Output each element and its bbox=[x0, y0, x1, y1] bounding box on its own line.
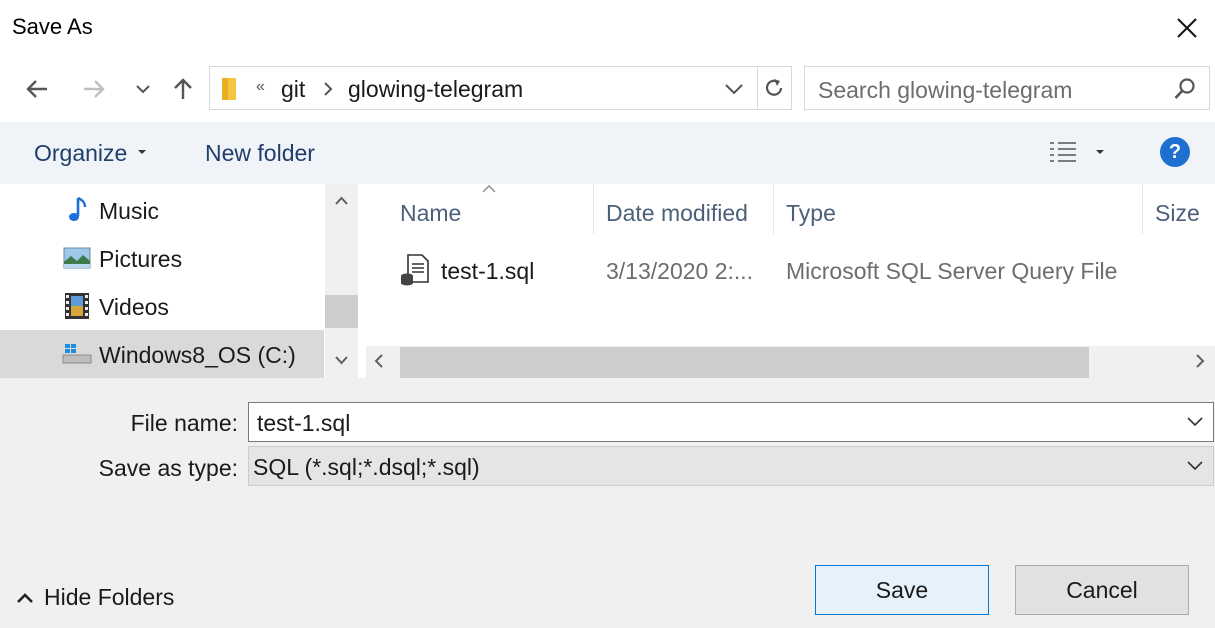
recent-locations-button[interactable] bbox=[126, 72, 160, 106]
save-as-type-value: SQL (*.sql;*.dsql;*.sql) bbox=[253, 454, 480, 480]
file-date-modified: 3/13/2020 2:... bbox=[606, 258, 754, 284]
address-bar[interactable]: « git glowing-telegram bbox=[209, 66, 792, 110]
nav-item-label: Windows8_OS (C:) bbox=[99, 342, 296, 368]
back-button[interactable] bbox=[20, 72, 54, 106]
close-icon bbox=[1177, 18, 1197, 38]
folder-icon bbox=[222, 78, 236, 100]
forward-button[interactable] bbox=[77, 72, 111, 106]
sort-ascending-icon bbox=[482, 185, 496, 193]
scroll-down-icon[interactable] bbox=[335, 356, 348, 365]
file-name: test-1.sql bbox=[441, 258, 535, 284]
view-options-icon[interactable] bbox=[1048, 140, 1078, 166]
search-box[interactable]: Search glowing-telegram bbox=[804, 66, 1210, 110]
horizontal-scrollbar[interactable] bbox=[366, 346, 1215, 378]
breadcrumb-overflow[interactable]: « bbox=[256, 78, 265, 96]
nav-item-pictures[interactable]: Pictures bbox=[0, 234, 324, 282]
title-bar: Save As bbox=[0, 0, 1215, 56]
nav-item-videos[interactable]: Videos bbox=[0, 282, 324, 330]
command-bar: Organize New folder bbox=[0, 122, 1215, 184]
chevron-right-icon[interactable] bbox=[323, 82, 333, 96]
save-button[interactable]: Save bbox=[815, 565, 989, 615]
file-name-label: File name: bbox=[130, 410, 238, 436]
sql-file-icon bbox=[401, 254, 429, 286]
arrow-up-icon bbox=[174, 78, 192, 99]
pictures-icon bbox=[62, 244, 92, 272]
chevron-down-icon bbox=[136, 85, 150, 94]
scroll-right-icon[interactable] bbox=[1196, 354, 1205, 368]
navigation-pane: Music Pictures Videos Windows8_OS (C:) bbox=[0, 184, 358, 378]
breadcrumb-current[interactable]: glowing-telegram bbox=[348, 76, 523, 103]
column-header-type[interactable]: Type bbox=[786, 200, 836, 227]
drive-icon bbox=[62, 340, 92, 368]
chevron-up-icon bbox=[17, 593, 33, 603]
file-name-field[interactable]: test-1.sql bbox=[248, 402, 1214, 442]
column-header-date-modified[interactable]: Date modified bbox=[606, 200, 748, 227]
organize-button[interactable]: Organize bbox=[34, 140, 127, 167]
file-row[interactable]: test-1.sql 3/13/2020 2:... Microsoft SQL… bbox=[398, 248, 1178, 292]
column-header-name[interactable]: Name bbox=[400, 200, 461, 227]
navigation-bar: « git glowing-telegram Search glowing-te… bbox=[0, 56, 1215, 122]
column-header-size[interactable]: Size bbox=[1155, 200, 1200, 227]
file-list: Name Date modified Type Size test-1.sql … bbox=[358, 184, 1215, 378]
chevron-down-icon[interactable] bbox=[1187, 459, 1203, 471]
file-type: Microsoft SQL Server Query File bbox=[786, 258, 1118, 284]
chevron-down-icon[interactable] bbox=[1187, 415, 1203, 427]
up-button[interactable] bbox=[166, 72, 200, 106]
address-dropdown-icon[interactable] bbox=[724, 79, 744, 99]
save-as-type-select[interactable]: SQL (*.sql;*.dsql;*.sql) bbox=[248, 446, 1214, 486]
save-form: File name: test-1.sql Save as type: SQL … bbox=[0, 378, 1215, 628]
nav-item-windows8-os[interactable]: Windows8_OS (C:) bbox=[0, 330, 324, 378]
organize-caret-icon bbox=[138, 150, 146, 154]
nav-item-label: Music bbox=[99, 198, 160, 224]
arrow-left-icon bbox=[26, 80, 47, 98]
scroll-thumb[interactable] bbox=[325, 295, 358, 328]
scroll-thumb[interactable] bbox=[400, 347, 1089, 378]
file-name-value[interactable]: test-1.sql bbox=[257, 410, 350, 437]
scroll-left-icon[interactable] bbox=[374, 354, 383, 368]
breadcrumb-git[interactable]: git bbox=[281, 76, 305, 103]
nav-item-music[interactable]: Music bbox=[0, 186, 324, 234]
hide-folders-label: Hide Folders bbox=[44, 584, 175, 610]
save-as-type-label: Save as type: bbox=[98, 455, 238, 481]
cancel-button[interactable]: Cancel bbox=[1015, 565, 1189, 615]
view-options-caret-icon[interactable] bbox=[1096, 150, 1104, 154]
music-icon bbox=[62, 196, 92, 224]
window-title: Save As bbox=[12, 14, 93, 39]
arrow-right-icon bbox=[84, 80, 105, 98]
scroll-up-icon[interactable] bbox=[335, 196, 348, 205]
help-button[interactable]: ? bbox=[1160, 137, 1190, 167]
refresh-icon[interactable] bbox=[762, 76, 786, 100]
nav-item-label: Videos bbox=[99, 294, 169, 320]
close-button[interactable] bbox=[1159, 0, 1215, 56]
videos-icon bbox=[62, 292, 92, 320]
search-input[interactable]: Search glowing-telegram bbox=[818, 77, 1072, 104]
nav-item-label: Pictures bbox=[99, 246, 183, 272]
search-icon[interactable] bbox=[1173, 77, 1197, 101]
nav-pane-scrollbar[interactable] bbox=[325, 184, 358, 378]
new-folder-button[interactable]: New folder bbox=[205, 140, 315, 167]
